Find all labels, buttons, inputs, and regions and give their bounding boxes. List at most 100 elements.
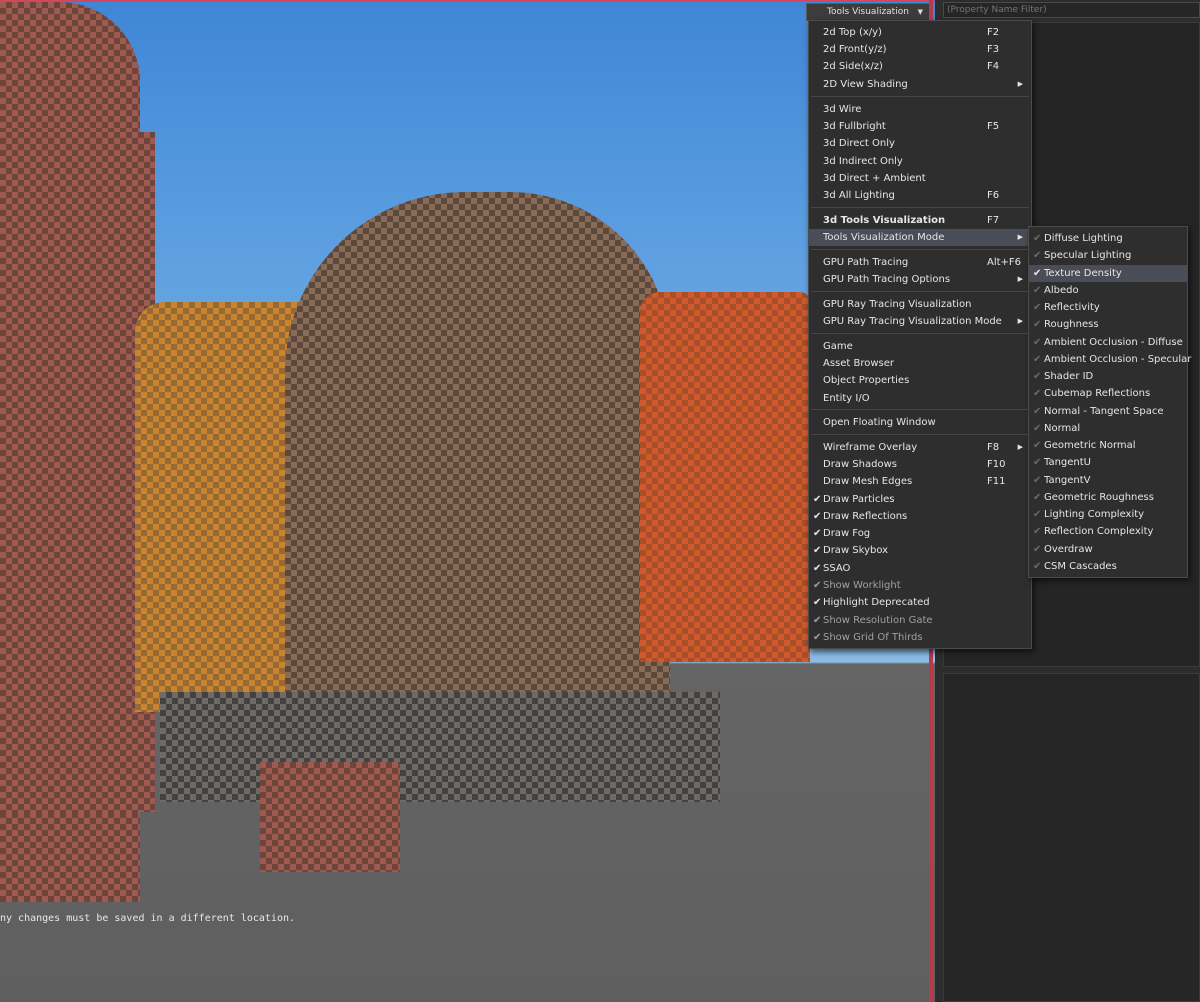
checkmark-icon: ✔ xyxy=(1033,250,1042,262)
submenu-item-reflectivity[interactable]: ✔ Reflectivity xyxy=(1029,299,1187,316)
submenu-item-geometric-roughness[interactable]: ✔ Geometric Roughness xyxy=(1029,489,1187,506)
menu-separator xyxy=(811,249,1029,250)
submenu-item-normal[interactable]: ✔ Normal xyxy=(1029,420,1187,437)
menu-item-asset-browser[interactable]: Asset Browser xyxy=(809,355,1031,372)
menu-item-3d-fullbright[interactable]: 3d Fullbright F5 xyxy=(809,118,1031,135)
menu-item-object-properties[interactable]: Object Properties xyxy=(809,372,1031,389)
train-car-left-end xyxy=(0,132,155,812)
menu-item-2d-front-y-z[interactable]: 2d Front(y/z) F3 xyxy=(809,41,1031,58)
menu-item-label: 3d Direct Only xyxy=(823,138,895,149)
menu-item-label: Asset Browser xyxy=(823,358,895,369)
menu-item-gpu-path-tracing[interactable]: GPU Path Tracing Alt+F6 xyxy=(809,254,1031,271)
submenu-item-albedo[interactable]: ✔ Albedo xyxy=(1029,282,1187,299)
submenu-item-ambient-occlusion-diffuse[interactable]: ✔ Ambient Occlusion - Diffuse xyxy=(1029,334,1187,351)
menu-item-2d-top-x-y[interactable]: 2d Top (x/y) F2 xyxy=(809,24,1031,41)
submenu-item-label: Normal xyxy=(1044,422,1081,434)
submenu-item-tangentv[interactable]: ✔ TangentV xyxy=(1029,472,1187,489)
submenu-item-shader-id[interactable]: ✔ Shader ID xyxy=(1029,368,1187,385)
menu-item-game[interactable]: Game xyxy=(809,338,1031,355)
chevron-right-icon: ▶ xyxy=(1017,233,1023,241)
menu-item-draw-fog[interactable]: ✔ Draw Fog xyxy=(809,525,1031,542)
submenu-item-overdraw[interactable]: ✔ Overdraw xyxy=(1029,541,1187,558)
menu-item-draw-particles[interactable]: ✔ Draw Particles xyxy=(809,491,1031,508)
submenu-item-label: CSM Cascades xyxy=(1044,560,1117,572)
submenu-item-diffuse-lighting[interactable]: ✔ Diffuse Lighting xyxy=(1029,230,1187,247)
menu-item-label: 2d Top (x/y) xyxy=(823,27,882,38)
menu-separator xyxy=(811,409,1029,410)
menu-item-label: 3d Indirect Only xyxy=(823,156,903,167)
submenu-item-label: Reflection Complexity xyxy=(1044,526,1154,538)
menu-item-draw-reflections[interactable]: ✔ Draw Reflections xyxy=(809,508,1031,525)
menu-separator xyxy=(811,434,1029,435)
menu-item-draw-mesh-edges[interactable]: Draw Mesh Edges F11 xyxy=(809,473,1031,490)
checkmark-icon: ✔ xyxy=(813,597,822,608)
menu-item-3d-indirect-only[interactable]: 3d Indirect Only xyxy=(809,153,1031,170)
submenu-item-normal-tangent-space[interactable]: ✔ Normal - Tangent Space xyxy=(1029,403,1187,420)
submenu-item-specular-lighting[interactable]: ✔ Specular Lighting xyxy=(1029,247,1187,264)
menu-item-shortcut: F8 xyxy=(987,442,1000,453)
menu-item-3d-wire[interactable]: 3d Wire xyxy=(809,101,1031,118)
menu-item-ssao[interactable]: ✔ SSAO xyxy=(809,560,1031,577)
menu-item-shortcut: F7 xyxy=(987,215,1000,226)
menu-item-shortcut: F2 xyxy=(987,27,1000,38)
submenu-item-lighting-complexity[interactable]: ✔ Lighting Complexity xyxy=(1029,506,1187,523)
submenu-item-label: Geometric Roughness xyxy=(1044,491,1154,503)
menu-item-label: 2D View Shading xyxy=(823,79,908,90)
menu-item-gpu-path-tracing-options[interactable]: GPU Path Tracing Options ▶ xyxy=(809,271,1031,288)
submenu-item-tangentu[interactable]: ✔ TangentU xyxy=(1029,454,1187,471)
menu-item-label: 3d All Lighting xyxy=(823,190,895,201)
menu-item-wireframe-overlay[interactable]: Wireframe Overlay F8 ▶ xyxy=(809,439,1031,456)
menu-item-open-floating-window[interactable]: Open Floating Window xyxy=(809,414,1031,431)
submenu-item-csm-cascades[interactable]: ✔ CSM Cascades xyxy=(1029,558,1187,575)
submenu-item-label: Albedo xyxy=(1044,284,1079,296)
menu-item-show-grid-of-thirds[interactable]: ✔ Show Grid Of Thirds xyxy=(809,629,1031,646)
menu-item-show-worklight[interactable]: ✔ Show Worklight xyxy=(809,577,1031,594)
submenu-item-cubemap-reflections[interactable]: ✔ Cubemap Reflections xyxy=(1029,385,1187,402)
submenu-item-ambient-occlusion-specular[interactable]: ✔ Ambient Occlusion - Specular xyxy=(1029,351,1191,368)
checkmark-icon: ✔ xyxy=(813,545,822,556)
menu-item-label: GPU Ray Tracing Visualization Mode xyxy=(823,316,1002,327)
chevron-right-icon: ▶ xyxy=(1017,317,1023,325)
train-undercarriage xyxy=(160,692,720,802)
menu-item-label: Show Resolution Gate xyxy=(823,615,933,626)
chevron-down-icon: ▼ xyxy=(917,8,923,16)
menu-item-label: 3d Fullbright xyxy=(823,121,886,132)
menu-separator xyxy=(811,207,1029,208)
menu-item-label: Show Worklight xyxy=(823,580,901,591)
menu-item-3d-direct-ambient[interactable]: 3d Direct + Ambient xyxy=(809,170,1031,187)
submenu-item-roughness[interactable]: ✔ Roughness xyxy=(1029,316,1187,333)
property-filter-input[interactable] xyxy=(943,2,1200,18)
menu-item-2d-side-x-z[interactable]: 2d Side(x/z) F4 xyxy=(809,58,1031,75)
menu-item-highlight-deprecated[interactable]: ✔ Highlight Deprecated xyxy=(809,594,1031,611)
submenu-item-label: Geometric Normal xyxy=(1044,440,1136,451)
submenu-item-label: Ambient Occlusion - Diffuse xyxy=(1044,336,1183,348)
viewport-mode-dropdown[interactable]: Tools Visualization ▼ xyxy=(806,3,930,21)
checkmark-icon: ✔ xyxy=(1033,371,1042,382)
menu-item-label: Show Grid Of Thirds xyxy=(823,632,923,643)
menu-item-3d-direct-only[interactable]: 3d Direct Only xyxy=(809,135,1031,152)
menu-item-gpu-ray-tracing-visualization[interactable]: GPU Ray Tracing Visualization xyxy=(809,296,1031,313)
menu-item-label: 2d Front(y/z) xyxy=(823,44,887,55)
submenu-item-reflection-complexity[interactable]: ✔ Reflection Complexity xyxy=(1029,523,1187,540)
menu-item-show-resolution-gate[interactable]: ✔ Show Resolution Gate xyxy=(809,612,1031,629)
train-car-far xyxy=(640,292,810,662)
menu-item-3d-tools-visualization[interactable]: 3d Tools Visualization F7 xyxy=(809,212,1031,229)
submenu-item-texture-density[interactable]: ✔ Texture Density xyxy=(1029,264,1187,282)
menu-item-label: Draw Skybox xyxy=(823,545,889,556)
menu-item-gpu-ray-tracing-visualization-mode[interactable]: GPU Ray Tracing Visualization Mode ▶ xyxy=(809,313,1031,330)
viewport-3d[interactable]: ny changes must be saved in a different … xyxy=(0,0,935,1002)
menu-item-label: Tools Visualization Mode xyxy=(823,232,945,243)
viewport-mode-label: Tools Visualization xyxy=(827,7,909,17)
menu-item-draw-shadows[interactable]: Draw Shadows F10 xyxy=(809,456,1031,473)
tools-visualization-mode-submenu: ✔ Diffuse Lighting ✔ Specular Lighting ✔ Text… xyxy=(1028,226,1191,578)
menu-item-draw-skybox[interactable]: ✔ Draw Skybox xyxy=(809,542,1031,559)
menu-item-2d-view-shading[interactable]: 2D View Shading ▶ xyxy=(809,76,1031,93)
submenu-item-geometric-normal[interactable]: ✔ Geometric Normal xyxy=(1029,437,1187,454)
menu-item-entity-i-o[interactable]: Entity I/O xyxy=(809,390,1031,407)
menu-item-tools-visualization-mode[interactable]: Tools Visualization Mode ▶ xyxy=(809,229,1031,246)
menu-item-label: Draw Mesh Edges xyxy=(823,476,913,487)
menu-item-3d-all-lighting[interactable]: 3d All Lighting F6 xyxy=(809,187,1031,204)
menu-item-label: GPU Path Tracing Options xyxy=(823,274,951,285)
checkmark-icon: ✔ xyxy=(1033,302,1042,313)
menu-item-label: Object Properties xyxy=(823,375,910,386)
